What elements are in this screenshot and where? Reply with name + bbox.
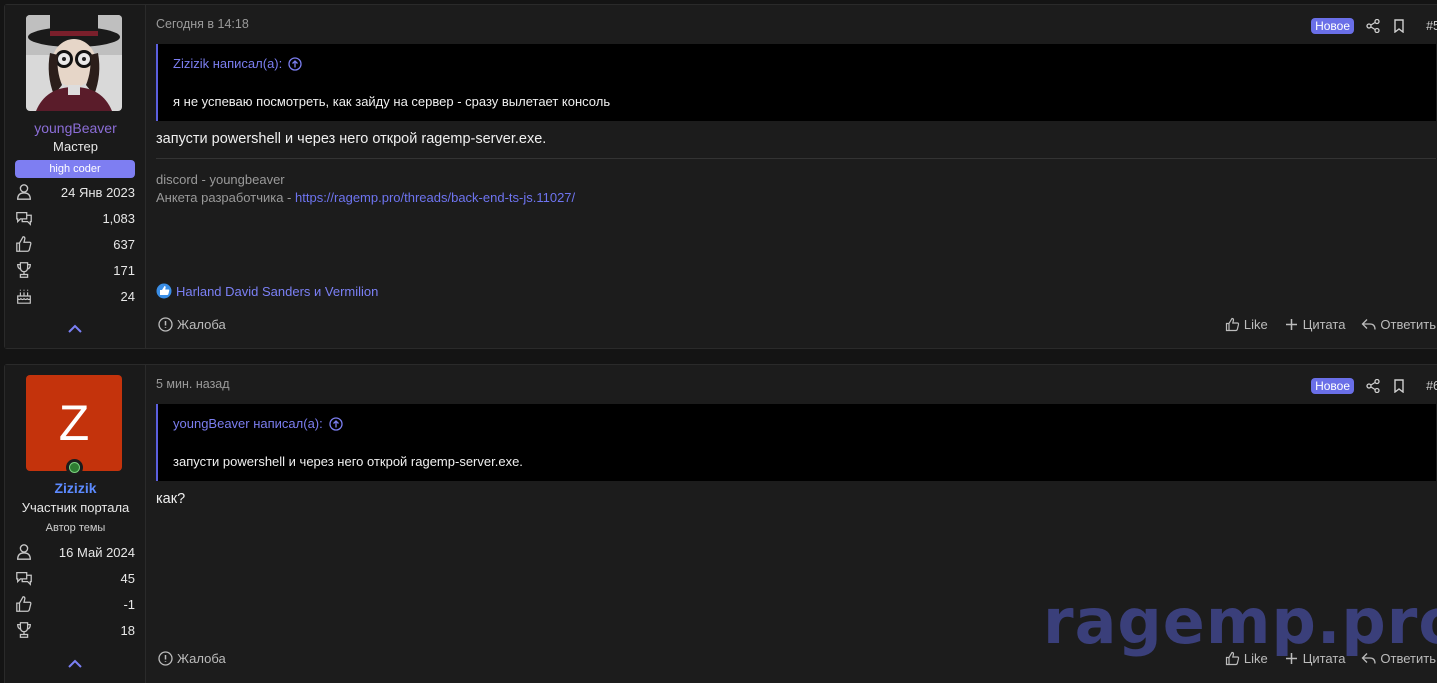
report-label: Жалоба bbox=[177, 651, 226, 666]
user-info: Z Zizizik Участник портала Автор темы 16… bbox=[5, 365, 146, 683]
reactions-text[interactable]: Harland David Sanders и Vermilion bbox=[176, 284, 378, 299]
share-icon[interactable] bbox=[1366, 19, 1380, 33]
user-banner: high coder bbox=[15, 160, 135, 178]
thumbs-up-icon bbox=[16, 596, 32, 612]
quote-author[interactable]: youngBeaver написал(а): bbox=[173, 416, 323, 431]
plus-icon bbox=[1285, 319, 1297, 330]
stat-reactions-value: 637 bbox=[113, 236, 135, 252]
avatar[interactable] bbox=[26, 15, 122, 111]
stat-points: 171 bbox=[15, 260, 135, 280]
quote-text: я не успеваю посмотреть, как зайду на се… bbox=[173, 94, 611, 109]
user-title: Мастер bbox=[53, 139, 98, 154]
reply-label: Ответить bbox=[1380, 317, 1436, 332]
quote-header[interactable]: youngBeaver написал(а): bbox=[173, 416, 343, 431]
online-status-icon bbox=[66, 459, 83, 476]
thread-starter-label: Автор темы bbox=[45, 522, 106, 534]
message-area: Сегодня в 14:18 Новое #5 Zizizik написал… bbox=[146, 5, 1437, 348]
stat-reactions: 637 bbox=[15, 234, 135, 254]
username[interactable]: Zizizik bbox=[5, 480, 146, 496]
stat-points-value: 18 bbox=[120, 622, 135, 638]
stat-joined-value: 16 Май 2024 bbox=[58, 544, 135, 560]
thumbs-up-icon bbox=[16, 236, 32, 252]
stat-messages: 1,083 bbox=[15, 208, 135, 228]
chevron-up-icon[interactable] bbox=[67, 658, 83, 670]
thumbs-up-icon bbox=[1225, 317, 1240, 332]
report-button[interactable]: Жалоба bbox=[158, 317, 226, 332]
comments-icon bbox=[16, 571, 32, 586]
reactions-bar[interactable]: Harland David Sanders и Vermilion bbox=[156, 283, 378, 299]
alert-circle-icon bbox=[158, 651, 173, 666]
message-text: запусти powershell и через него открой r… bbox=[156, 131, 547, 147]
quote-author[interactable]: Zizizik написал(а): bbox=[173, 56, 282, 71]
bookmark-icon[interactable] bbox=[1392, 19, 1406, 33]
quote-block: youngBeaver написал(а): запусти powershe… bbox=[156, 404, 1436, 481]
signature-line-2: Анкета разработчика - https://ragemp.pro… bbox=[156, 189, 1436, 207]
new-badge: Новое bbox=[1311, 378, 1354, 394]
quote-text: запусти powershell и через него открой r… bbox=[173, 454, 523, 469]
avatar-image-icon bbox=[26, 15, 122, 111]
trophy-icon bbox=[17, 622, 31, 638]
post-date[interactable]: Сегодня в 14:18 bbox=[156, 17, 249, 31]
post-number[interactable]: #5 bbox=[1418, 19, 1437, 33]
trophy-icon bbox=[17, 262, 31, 278]
like-button[interactable]: Like bbox=[1225, 317, 1268, 332]
report-label: Жалоба bbox=[177, 317, 226, 332]
stat-messages: 45 bbox=[15, 568, 135, 588]
quote-block: Zizizik написал(а): я не успеваю посмотр… bbox=[156, 44, 1436, 121]
alert-circle-icon bbox=[158, 317, 173, 332]
stat-joined: 24 Янв 2023 bbox=[15, 182, 135, 202]
stat-reactions: -1 bbox=[15, 594, 135, 614]
post-actions: Like Цитата Ответить bbox=[1225, 317, 1436, 332]
stat-messages-value: 45 bbox=[120, 570, 135, 586]
stat-joined-value: 24 Янв 2023 bbox=[60, 184, 135, 200]
signature: discord - youngbeaver Анкета разработчик… bbox=[156, 158, 1436, 207]
post-toolbar: Новое #5 bbox=[1311, 17, 1437, 35]
post-date[interactable]: 5 мин. назад bbox=[156, 377, 230, 391]
quote-label: Цитата bbox=[1302, 317, 1346, 332]
avatar[interactable]: Z bbox=[26, 375, 122, 471]
message-text: как? bbox=[156, 491, 186, 507]
arrow-up-circle-icon[interactable] bbox=[329, 416, 343, 431]
signature-prefix: Анкета разработчика - bbox=[156, 190, 296, 205]
username[interactable]: youngBeaver bbox=[5, 120, 146, 136]
stat-points-value: 171 bbox=[113, 262, 135, 278]
stat-messages-value: 1,083 bbox=[102, 210, 135, 226]
comments-icon bbox=[16, 211, 32, 226]
stat-reactions-value: -1 bbox=[123, 596, 135, 612]
chevron-up-icon[interactable] bbox=[67, 323, 83, 335]
user-icon bbox=[17, 544, 31, 560]
user-title: Участник портала bbox=[21, 500, 130, 515]
reply-icon bbox=[1362, 319, 1377, 330]
quote-header[interactable]: Zizizik написал(а): bbox=[173, 56, 302, 71]
reply-button[interactable]: Ответить bbox=[1361, 317, 1436, 332]
stat-age-value: 24 bbox=[120, 288, 135, 304]
signature-line-1: discord - youngbeaver bbox=[156, 172, 285, 187]
bookmark-icon[interactable] bbox=[1392, 379, 1406, 393]
quote-button[interactable]: Цитата bbox=[1284, 317, 1346, 332]
share-icon[interactable] bbox=[1366, 379, 1380, 393]
post-toolbar: Новое #6 bbox=[1311, 377, 1437, 395]
stat-joined: 16 Май 2024 bbox=[15, 542, 135, 562]
stat-points: 18 bbox=[15, 620, 135, 640]
stat-age: 24 bbox=[15, 286, 135, 306]
user-info: youngBeaver Мастер high coder 24 Янв 202… bbox=[5, 5, 146, 348]
post-5: youngBeaver Мастер high coder 24 Янв 202… bbox=[4, 4, 1437, 349]
user-icon bbox=[17, 184, 31, 200]
new-badge: Новое bbox=[1311, 18, 1354, 34]
arrow-up-circle-icon[interactable] bbox=[288, 56, 302, 71]
report-button[interactable]: Жалоба bbox=[158, 651, 226, 666]
signature-link[interactable]: https://ragemp.pro/threads/back-end-ts-j… bbox=[295, 190, 575, 205]
post-number[interactable]: #6 bbox=[1418, 379, 1437, 393]
like-reaction-icon bbox=[156, 283, 172, 299]
site-watermark: ragemp.pro bbox=[1043, 585, 1437, 658]
birthday-cake-icon bbox=[17, 289, 31, 304]
like-label: Like bbox=[1243, 317, 1268, 332]
